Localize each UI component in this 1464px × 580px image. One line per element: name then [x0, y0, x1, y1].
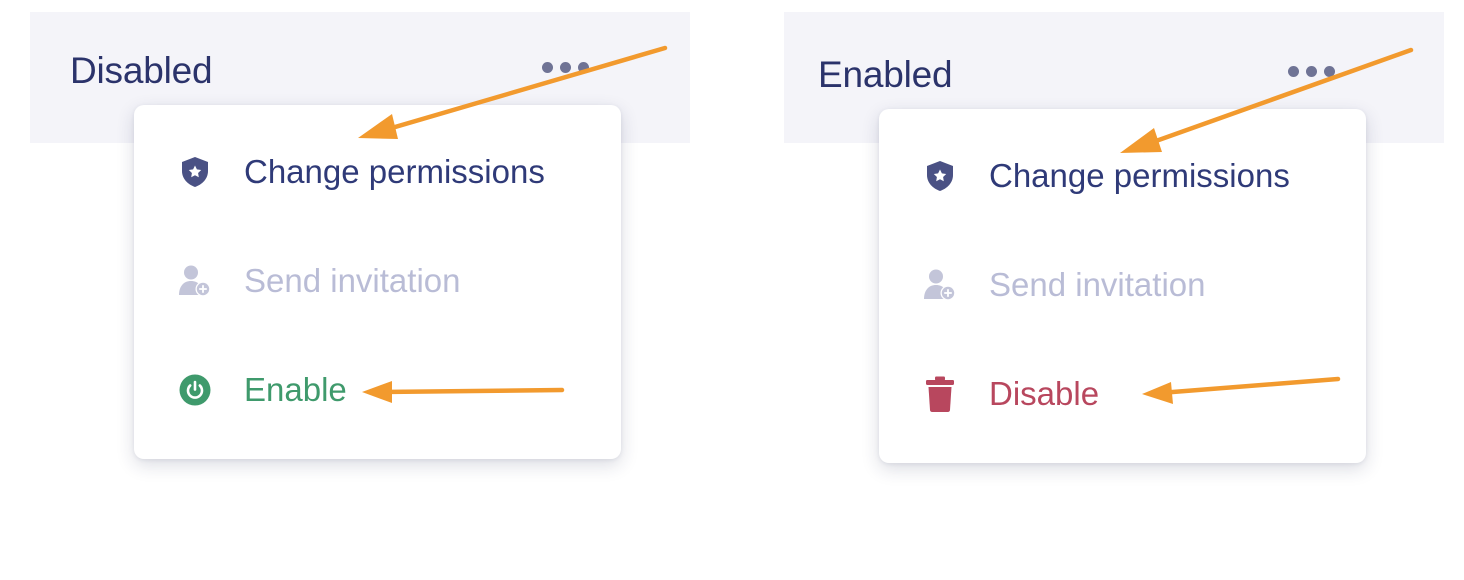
user-row-enabled: Enabled Change permissions Send invitati… [784, 12, 1444, 537]
trash-icon [923, 376, 957, 412]
menu-item-disable[interactable]: Disable [879, 364, 1366, 424]
more-horizontal-icon-dot [560, 61, 571, 73]
menu-label-send-invitation: Send invitation [989, 266, 1206, 303]
more-horizontal-icon-dot [578, 61, 589, 73]
user-row-disabled: Disabled Change permissions Send invitat… [30, 12, 690, 552]
more-options-button[interactable] [1288, 64, 1348, 78]
menu-item-send-invitation: Send invitation [134, 251, 621, 311]
shield-star-icon [923, 159, 957, 193]
user-add-icon [178, 264, 212, 298]
actions-menu: Change permissions Send invitation [879, 109, 1366, 463]
power-icon [178, 373, 212, 407]
more-options-button[interactable] [542, 60, 602, 74]
status-label: Enabled [818, 54, 953, 95]
menu-item-enable[interactable]: Enable [134, 360, 621, 420]
menu-item-send-invitation: Send invitation [879, 255, 1366, 315]
user-add-icon [923, 268, 957, 302]
menu-label-disable: Disable [989, 375, 1100, 412]
more-horizontal-icon [1288, 65, 1299, 77]
actions-menu: Change permissions Send invitation [134, 105, 621, 459]
more-horizontal-icon-dot [1324, 65, 1335, 77]
shield-star-icon [178, 155, 212, 189]
more-horizontal-icon [542, 61, 553, 73]
menu-label-send-invitation: Send invitation [244, 262, 461, 299]
menu-item-change-permissions[interactable]: Change permissions [879, 146, 1366, 206]
menu-label-enable: Enable [244, 371, 347, 408]
more-horizontal-icon-dot [1306, 65, 1317, 77]
menu-item-change-permissions[interactable]: Change permissions [134, 142, 621, 202]
status-label: Disabled [70, 50, 213, 91]
menu-label-change-permissions: Change permissions [989, 157, 1290, 194]
menu-label-change-permissions: Change permissions [244, 153, 545, 190]
